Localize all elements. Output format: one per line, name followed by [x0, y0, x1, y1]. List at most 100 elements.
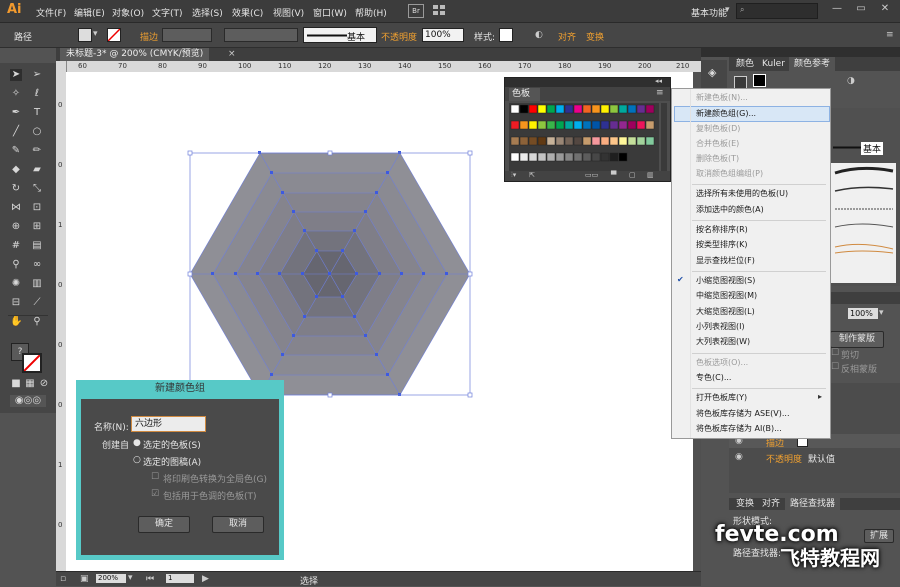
tab-kuler[interactable]: Kuler	[757, 57, 790, 71]
show-kinds-icon[interactable]: ⇱	[529, 171, 535, 179]
collapse-icon[interactable]: ◂◂	[655, 77, 662, 85]
brush-strokes-preview[interactable]	[831, 163, 896, 283]
checkbox-convert-global-icon[interactable]: ☐	[151, 472, 159, 482]
column-graph-tool-icon[interactable]: ▥	[31, 278, 43, 290]
name-input[interactable]: 六边形	[131, 416, 206, 432]
swatch[interactable]	[537, 152, 547, 162]
variable-width-profile[interactable]	[224, 28, 298, 42]
chevron-down-icon[interactable]: ▾	[93, 29, 98, 39]
swatch-grid[interactable]	[509, 103, 659, 171]
none-mode-icon[interactable]: ⊘	[38, 378, 50, 390]
swatch[interactable]	[600, 120, 610, 130]
close-button[interactable]: ✕	[874, 3, 896, 17]
swatch[interactable]	[582, 152, 592, 162]
swatch[interactable]	[510, 136, 520, 146]
swatch[interactable]	[528, 120, 538, 130]
swatch[interactable]	[519, 152, 529, 162]
next-page-icon[interactable]: ▶	[202, 574, 209, 584]
ellipse-tool-icon[interactable]: ○	[31, 126, 43, 138]
gradient-mode-icon[interactable]: ▦	[24, 378, 36, 390]
invert-mask-checkbox[interactable]: ☐	[831, 362, 839, 372]
swatch[interactable]	[627, 104, 637, 114]
swatch[interactable]	[573, 136, 583, 146]
document-tab[interactable]: 未标题-3* @ 200% (CMYK/预览)	[60, 48, 210, 61]
line-tool-icon[interactable]: ╱	[10, 126, 22, 138]
menu-item-delete-swatch[interactable]: 删除色板(T)	[696, 152, 739, 166]
swatch[interactable]	[528, 136, 538, 146]
swatch[interactable]	[636, 120, 646, 130]
opacity-field[interactable]: 100%	[422, 28, 464, 42]
swatch[interactable]	[600, 152, 610, 162]
swatch[interactable]	[645, 120, 655, 130]
minimize-button[interactable]: —	[826, 3, 848, 17]
tab-swatches[interactable]: 色板	[509, 88, 540, 101]
menu-effect[interactable]: 效果(C)	[232, 6, 263, 19]
swatch[interactable]	[627, 136, 637, 146]
menu-item-spot-colors[interactable]: 专色(C)...	[696, 371, 731, 385]
maximize-button[interactable]: ▭	[850, 3, 872, 17]
layers-icon[interactable]: ◈	[708, 66, 716, 79]
swatch-grid-svg[interactable]	[509, 103, 659, 171]
swatch[interactable]	[537, 136, 547, 146]
stroke-weight-field[interactable]	[162, 28, 212, 42]
radio-selected-artwork-icon[interactable]: ○	[133, 455, 141, 465]
opacity-label[interactable]: 不透明度	[381, 30, 417, 43]
swatch[interactable]	[582, 120, 592, 130]
recolor-icon[interactable]: ◐	[535, 30, 543, 40]
magic-wand-tool-icon[interactable]: ✧	[10, 88, 22, 100]
search-input[interactable]: ⌕	[736, 3, 818, 19]
menu-item-merge-swatches[interactable]: 合并色板(E)	[696, 137, 739, 151]
menu-window[interactable]: 窗口(W)	[313, 6, 347, 19]
shape-builder-tool-icon[interactable]: ⊕	[10, 221, 22, 233]
menu-type[interactable]: 文字(T)	[152, 6, 183, 19]
menu-item-large-thumbnail-view[interactable]: 大缩览图视图(L)	[696, 305, 755, 319]
slice-tool-icon[interactable]: ⟋	[31, 297, 43, 309]
checkbox-include-tints-label[interactable]: 包括用于色调的色板(T)	[163, 489, 257, 502]
tab-color[interactable]: 颜色	[731, 57, 759, 71]
artboard-tool-icon[interactable]: ⊟	[10, 297, 22, 309]
rotate-tool-icon[interactable]: ↻	[10, 183, 22, 195]
menu-item-save-library-ase[interactable]: 将色板库存储为 ASE(V)...	[696, 407, 790, 421]
menu-help[interactable]: 帮助(H)	[355, 6, 387, 19]
swatch[interactable]	[600, 136, 610, 146]
selection-tool-icon[interactable]: ➤	[10, 69, 22, 81]
color-guide-swatch[interactable]	[753, 74, 766, 87]
menu-item-sort-by-kind[interactable]: 按类型排序(K)	[696, 238, 748, 252]
swatch[interactable]	[546, 120, 556, 130]
menu-item-add-selected-colors[interactable]: 添加选中的颜色(A)	[696, 203, 764, 217]
swatch[interactable]	[546, 152, 556, 162]
tab-transform[interactable]: 变换	[731, 498, 759, 510]
fill-swatch[interactable]	[78, 28, 92, 42]
swatch[interactable]	[546, 136, 556, 146]
menu-item-duplicate-swatch[interactable]: 复制色板(D)	[696, 122, 740, 136]
menu-file[interactable]: 文件(F)	[36, 6, 66, 19]
new-swatch-icon[interactable]: ▢	[629, 171, 636, 179]
swatch[interactable]	[582, 104, 592, 114]
swatch-library-icon[interactable]: ⫶▾	[511, 171, 516, 180]
paintbrush-tool-icon[interactable]: ✎	[10, 145, 22, 157]
eraser-tool-icon[interactable]: ▰	[31, 164, 43, 176]
graphic-style-swatch[interactable]	[499, 28, 513, 42]
swatch[interactable]	[555, 104, 565, 114]
zoom-field[interactable]: 200%	[96, 574, 126, 583]
swatch[interactable]	[537, 120, 547, 130]
transparency-opacity-field[interactable]: 100%	[848, 308, 878, 319]
swatch[interactable]	[519, 104, 529, 114]
swatch[interactable]	[510, 104, 520, 114]
type-tool-icon[interactable]: T	[31, 107, 43, 119]
swatch[interactable]	[600, 104, 610, 114]
first-page-icon[interactable]: ⏮	[146, 574, 154, 584]
lasso-tool-icon[interactable]: ℓ	[31, 88, 43, 100]
arrange-documents-icon[interactable]	[432, 4, 446, 16]
width-tool-icon[interactable]: ⋈	[10, 202, 22, 214]
swatch[interactable]	[573, 120, 583, 130]
swatch[interactable]	[591, 152, 601, 162]
scale-tool-icon[interactable]: ⤡	[31, 183, 43, 195]
draw-mode-icon[interactable]: ◉◎◎	[10, 395, 46, 407]
swatch[interactable]	[609, 104, 619, 114]
pencil-tool-icon[interactable]: ✏	[31, 145, 43, 157]
symbol-sprayer-tool-icon[interactable]: ✺	[10, 278, 22, 290]
menu-item-select-unused[interactable]: 选择所有未使用的色板(U)	[696, 187, 788, 201]
stroke-color-box[interactable]	[22, 353, 42, 373]
swatch[interactable]	[555, 136, 565, 146]
